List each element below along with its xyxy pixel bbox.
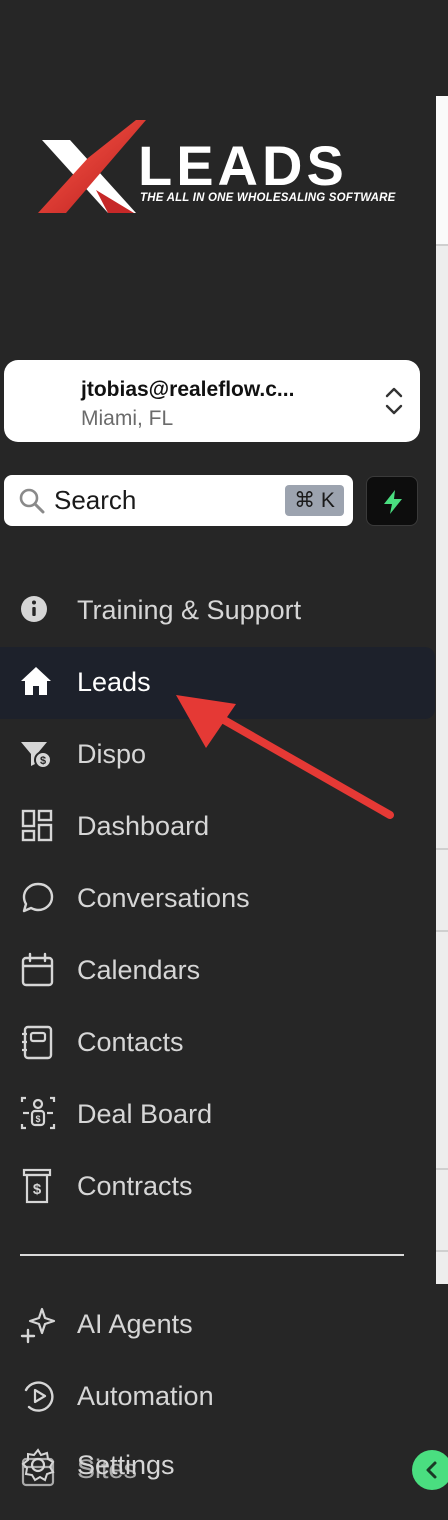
sidebar: LEADS THE ALL IN ONE WHOLESALING SOFTWAR…: [0, 0, 448, 1520]
nav-item-contacts[interactable]: Contacts: [0, 1007, 436, 1079]
nav-label: Dispo: [77, 739, 147, 769]
calendar-icon: [21, 952, 54, 987]
nav-label: AI Agents: [77, 1309, 193, 1339]
nav-label: Calendars: [77, 955, 201, 985]
search-label: Search: [54, 485, 137, 515]
account-email: jtobias@realeflow.c...: [81, 378, 295, 401]
search-box[interactable]: Search ⌘ K: [4, 475, 353, 526]
sites-icon: [21, 1457, 55, 1487]
home-icon: [21, 667, 51, 695]
lightning-bolt-icon: [384, 490, 402, 514]
nav-item-contracts[interactable]: $ Contracts: [0, 1151, 436, 1223]
nav-label: Deal Board: [77, 1099, 213, 1129]
sparkle-icon: [20, 1307, 56, 1344]
svg-text:$: $: [40, 755, 46, 767]
main-content-edge: [436, 0, 448, 1520]
chat-bubble-icon: [22, 882, 54, 913]
dashboard-grid-icon: [21, 809, 53, 842]
svg-text:$: $: [33, 1181, 42, 1198]
logo-tagline: THE ALL IN ONE WHOLESALING SOFTWARE: [140, 192, 396, 204]
nav-item-sites[interactable]: Sites: [0, 1434, 436, 1506]
nav-label: Training & Support: [77, 595, 302, 625]
contract-dollar-icon: $: [22, 1168, 52, 1204]
x-logo-mark-icon: [38, 120, 146, 213]
annotation-arrow-icon: [176, 695, 394, 819]
nav-item-training-support[interactable]: Training & Support: [0, 575, 436, 647]
nav-label: Automation: [77, 1381, 214, 1411]
chevron-up-down-icon: [385, 387, 403, 415]
xleads-logo[interactable]: LEADS THE ALL IN ONE WHOLESALING SOFTWAR…: [36, 118, 396, 218]
nav-label: Conversations: [77, 883, 250, 913]
search-icon: [19, 488, 45, 514]
contacts-book-icon: [22, 1025, 53, 1060]
nav-item-ai-agents[interactable]: AI Agents: [0, 1289, 436, 1361]
nav-item-calendars[interactable]: Calendars: [0, 935, 436, 1007]
logo-word: LEADS: [138, 134, 348, 197]
quick-actions-button[interactable]: [366, 476, 418, 526]
account-switcher[interactable]: jtobias@realeflow.c... Miami, FL: [4, 360, 420, 442]
dispo-filter-dollar-icon: $: [21, 742, 52, 769]
nav-label: Contracts: [77, 1171, 193, 1201]
automation-icon: [24, 1381, 54, 1412]
nav-label: Leads: [77, 667, 151, 697]
chevron-left-icon: [426, 1461, 437, 1479]
nav-item-automation[interactable]: Automation: [0, 1361, 436, 1433]
nav-label: Sites: [77, 1454, 138, 1484]
nav-divider: [20, 1254, 404, 1256]
nav-item-conversations[interactable]: Conversations: [0, 863, 436, 935]
search-shortcut-badge: ⌘ K: [285, 485, 344, 516]
nav-item-deal-board[interactable]: $ Deal Board: [0, 1079, 436, 1151]
account-location: Miami, FL: [81, 407, 174, 430]
deal-board-icon: $: [20, 1096, 56, 1130]
info-icon: [21, 596, 47, 622]
collapse-sidebar-button[interactable]: [412, 1450, 448, 1490]
svg-text:$: $: [35, 1114, 40, 1124]
nav-label: Contacts: [77, 1027, 184, 1057]
